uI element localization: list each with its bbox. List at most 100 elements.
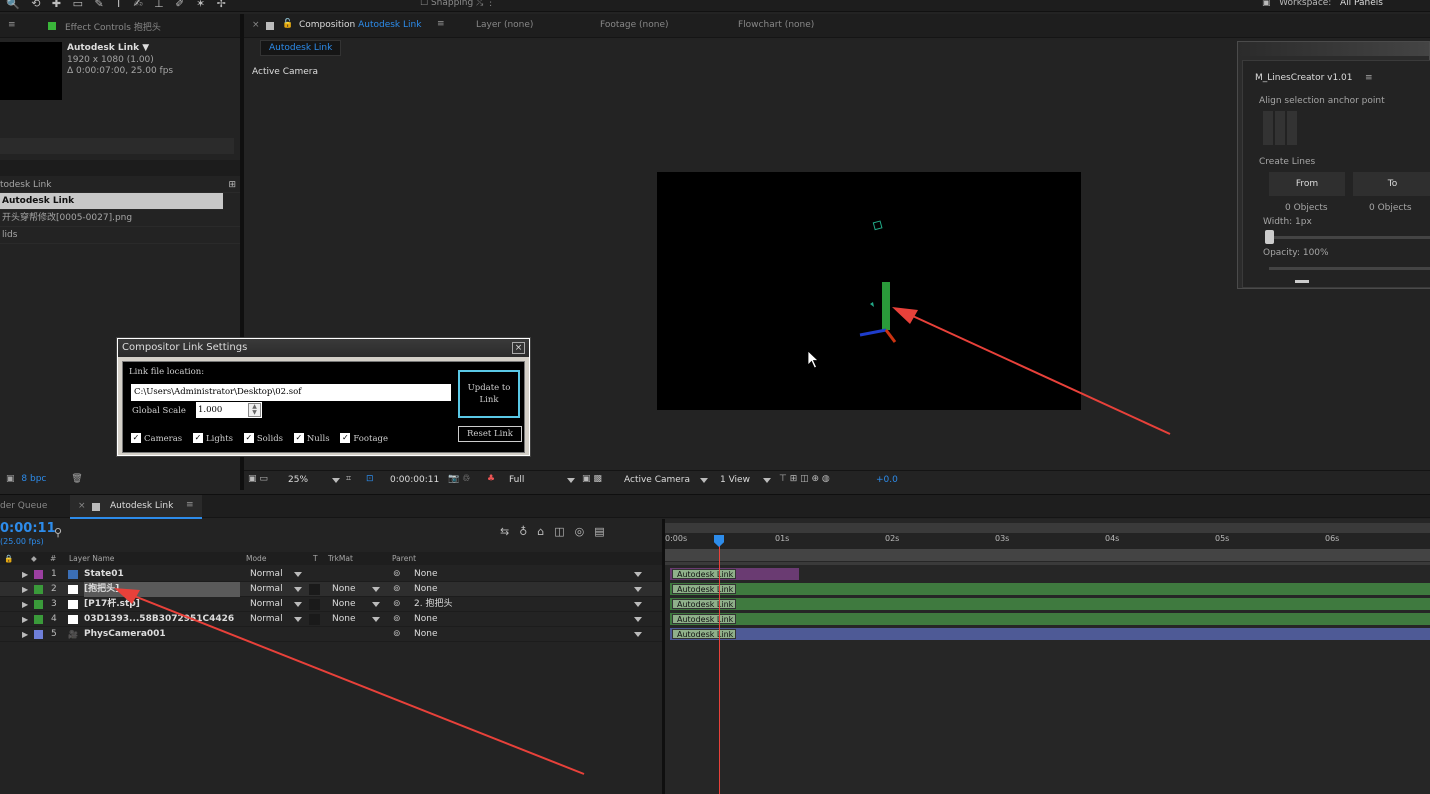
workspace-selector[interactable]: ▣ Workspace: All Panels [1262,0,1383,8]
chevron-down-icon[interactable] [634,587,642,592]
comp-breadcrumb[interactable]: Autodesk Link [260,40,342,56]
to-button[interactable]: To [1353,172,1430,196]
link-path-input[interactable]: C:\Users\Administrator\Desktop\02.sof [131,384,451,401]
snapping-checkbox[interactable]: ☐ Snapping ⤯ ⋮ [420,0,495,8]
chevron-down-icon[interactable] [634,602,642,607]
project-item-png[interactable]: 开头穿帮修改[0005-0027].png [0,210,240,227]
chevron-down-icon[interactable] [700,478,708,483]
bpc-label[interactable]: 8 bpc [21,474,46,484]
cameras-label: Cameras [144,433,183,444]
timeline-switches[interactable]: ⇆♁⌂◫◎▤ [500,525,615,538]
chevron-down-icon[interactable] [634,572,642,577]
tab-timeline[interactable]: × Autodesk Link ≡ [70,495,202,519]
work-area-bar[interactable] [665,523,1430,533]
project-item-solids[interactable]: lids [0,227,240,244]
view-layout-select[interactable]: 1 View [720,475,750,485]
exposure-value[interactable]: +0.0 [876,475,898,485]
search-icon[interactable]: ⚲ [54,526,62,539]
view-options-icons[interactable]: ⊤ ⊞ ◫ ⊕ ◍ [779,474,830,484]
close-tab-icon[interactable]: × [252,20,260,30]
time-navigator[interactable] [665,549,1430,561]
chevron-down-icon[interactable] [634,632,642,637]
from-count: 0 Objects [1285,203,1328,213]
layer-label-color[interactable] [34,570,43,579]
chevron-down-icon[interactable] [332,478,340,483]
layer-duration-bar[interactable]: Autodesk Link [670,568,799,580]
width-slider[interactable] [1269,236,1430,239]
scale-stepper[interactable]: ▲ ▼ [248,403,261,417]
tab-layer[interactable]: Layer (none) [476,20,533,30]
color-channel-icon[interactable]: ♣ [487,474,495,484]
expand-toggle-icon[interactable]: ▶ [22,582,28,597]
chevron-down-icon[interactable] [294,572,302,577]
comp-tab-prefix: Composition [299,20,356,30]
tab-composition[interactable]: Composition Autodesk Link [299,20,421,30]
color-swatch-strip [1295,280,1309,283]
tab-footage[interactable]: Footage (none) [600,20,669,30]
layer-label-color[interactable] [34,615,43,624]
expand-toggle-icon[interactable]: ▶ [22,627,28,642]
lines-menu-icon[interactable]: ≡ [1365,73,1373,83]
tab-render-queue[interactable]: der Queue [0,501,47,511]
chevron-down-icon[interactable] [567,478,575,483]
close-dialog-button[interactable]: × [512,342,525,354]
chevron-down-icon[interactable] [763,478,771,483]
layer-duration-bar[interactable]: Autodesk Link [670,598,1430,610]
create-lines-label: Create Lines [1259,157,1316,167]
layer-label-color[interactable] [34,585,43,594]
expand-toggle-icon[interactable]: ▶ [22,612,28,627]
lock-icon[interactable]: 🔓 [282,19,293,29]
camera-select[interactable]: Active Camera [624,475,690,485]
tab-flowchart[interactable]: Flowchart (none) [738,20,814,30]
null-object-icon[interactable] [872,220,883,231]
expand-toggle-icon[interactable]: ▶ [22,597,28,612]
col-t: T [313,554,318,563]
lights-checkbox[interactable]: ✓ Lights [192,433,233,444]
layer-label-color[interactable] [34,600,43,609]
footage-checkbox[interactable]: ✓ Footage [340,433,388,444]
cameras-checkbox[interactable]: ✓ Cameras [131,433,183,444]
grid-icon[interactable]: ⌗ [346,474,351,484]
camera-icon[interactable]: 📷 ♲ [448,474,470,484]
trash-icon[interactable]: 🗑 [71,474,82,484]
close-tab-icon[interactable]: × [78,501,86,511]
layer-duration-bar[interactable]: Autodesk Link [670,583,1430,595]
reset-link-button[interactable]: Reset Link [458,426,522,442]
layer-duration-bar[interactable]: Autodesk Link [670,628,1430,640]
timeline-menu-icon[interactable]: ≡ [186,500,194,510]
panel-menu-icon[interactable]: ≡ [8,20,16,30]
anchor-grid[interactable] [1263,111,1297,145]
region-icon[interactable]: ▣ ▩ [582,474,602,484]
viewer-timecode[interactable]: 0:00:00:11 [390,475,439,485]
nulls-checkbox[interactable]: ✓ Nulls [293,433,330,444]
layer-label-color[interactable] [34,630,43,639]
snapshot-icon[interactable]: ▣ ▭ [248,474,268,484]
comp-name[interactable]: Autodesk Link ▼ [67,43,149,53]
from-button[interactable]: From [1269,172,1345,196]
mask-icon[interactable]: ⊡ [366,474,374,484]
timeline-graph[interactable]: 0:00s 01s 02s 03s 04s 05s 06s Autodesk Link Aut… [665,519,1430,794]
expand-toggle-icon[interactable]: ▶ [22,567,28,582]
current-timecode[interactable]: 0:00:11 [0,521,56,536]
width-label: Width: 1px [1263,217,1312,227]
chevron-down-icon[interactable] [634,617,642,622]
hierarchy-icon[interactable]: ⊞ [228,178,236,193]
col-layer-name[interactable]: Layer Name [69,552,114,565]
col-trkmat[interactable]: TrkMat [328,552,353,565]
tab-effect-controls[interactable]: Effect Controls 抱把头 [65,20,161,33]
solids-checkbox[interactable]: ✓ Solids [243,433,283,444]
opacity-slider[interactable] [1269,267,1430,270]
tools-strip[interactable]: 🔍 ⟲ ✚ ▭ ✎ T ✍ ⊥ ✐ ✶ ✢ [6,0,230,10]
col-mode[interactable]: Mode [246,552,266,565]
project-search[interactable] [0,138,234,154]
layer-duration-bar[interactable]: Autodesk Link [670,613,1430,625]
project-item-autodesk-link[interactable]: Autodesk Link [0,193,223,210]
zoom-select[interactable]: 25% [288,475,308,485]
resolution-select[interactable]: Full [509,475,524,485]
snapping-label: Snapping [430,0,474,8]
bpc-icon[interactable]: ▣ [6,474,15,484]
col-parent[interactable]: Parent [392,552,416,565]
update-to-link-button[interactable]: Update to Link [458,370,520,418]
width-slider-handle[interactable] [1265,230,1274,244]
comp-panel-menu-icon[interactable]: ≡ [437,19,445,29]
